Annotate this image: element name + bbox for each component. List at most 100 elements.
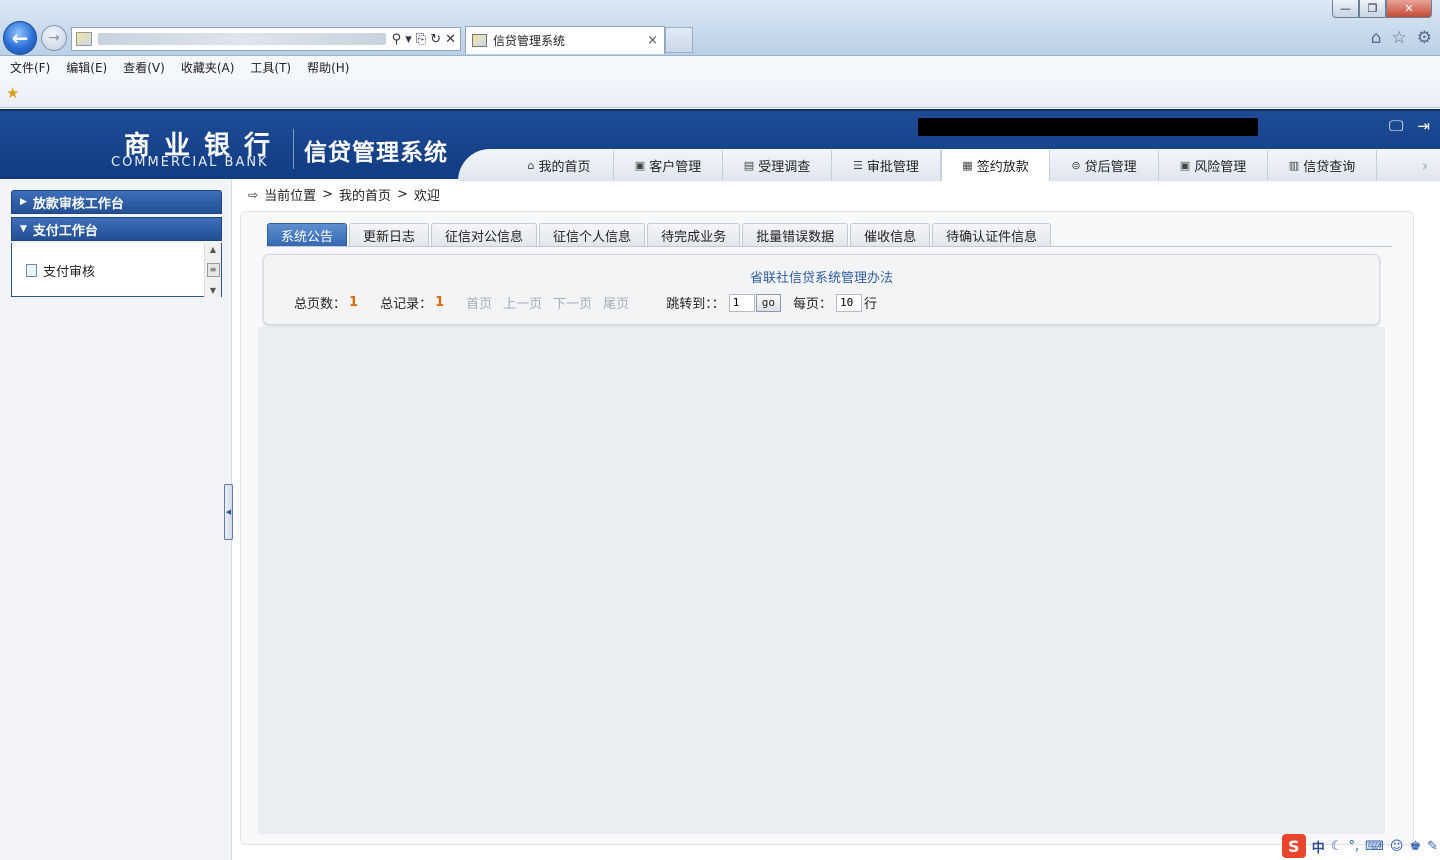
logout-icon[interactable]: ⇥ bbox=[1417, 117, 1430, 135]
back-button[interactable]: ← bbox=[3, 21, 37, 55]
ime-keyboard-icon[interactable]: ⌨ bbox=[1365, 839, 1384, 854]
nav-tab-query[interactable]: ▥ 信贷查询 bbox=[1268, 150, 1377, 181]
maximize-button[interactable]: ❐ bbox=[1359, 0, 1386, 18]
menu-edit[interactable]: 编辑(E) bbox=[66, 59, 107, 76]
redacted-user-info bbox=[918, 118, 1258, 136]
compatibility-view-icon[interactable]: ⎘ bbox=[416, 32, 426, 47]
nav-tab-postloan[interactable]: ⊜ 贷后管理 bbox=[1050, 150, 1159, 181]
tab-personal-credit[interactable]: 征信个人信息 bbox=[539, 223, 646, 246]
per-page-label: 每页： bbox=[792, 297, 832, 312]
ime-skin-icon[interactable]: ♚ bbox=[1409, 839, 1421, 854]
new-tab-button[interactable] bbox=[665, 27, 693, 53]
survey-icon: ▤ bbox=[743, 159, 755, 172]
nav-tab-home[interactable]: ⌂ 我的首页 bbox=[505, 150, 614, 181]
tab-pending-business[interactable]: 待完成业务 bbox=[647, 223, 741, 246]
ime-punctuation-icon[interactable]: °, bbox=[1348, 839, 1359, 854]
nav-tab-label: 我的首页 bbox=[538, 160, 591, 175]
tab-corporate-credit[interactable]: 征信对公信息 bbox=[431, 223, 538, 246]
tab-update-log[interactable]: 更新日志 bbox=[349, 223, 430, 246]
sidebar-group-label: 支付工作台 bbox=[32, 223, 98, 239]
nav-tab-survey[interactable]: ▤ 受理调查 bbox=[723, 150, 832, 181]
total-pages-value: 1 bbox=[349, 295, 359, 310]
stop-icon[interactable]: ✕ bbox=[445, 32, 456, 47]
logo-divider bbox=[293, 129, 294, 169]
last-page-link[interactable]: 尾页 bbox=[603, 293, 629, 312]
main-nav: ⌂ 我的首页 ▣ 客户管理 ▤ 受理调查 ☰ 审批管理 ▦ 签约放款 ⊜ 贷后管理 ▣ 风险管… bbox=[505, 150, 1377, 181]
sidebar-payment-panel: 支付审核 ▲ ≡ ▼ bbox=[11, 243, 222, 297]
nav-tab-contract[interactable]: ▦ 签约放款 bbox=[941, 150, 1050, 181]
tab-close-icon[interactable]: × bbox=[647, 33, 664, 48]
nav-tab-label: 客户管理 bbox=[649, 160, 702, 175]
scroll-up-icon[interactable]: ▲ bbox=[210, 245, 216, 254]
sidebar: ▶ 放款审核工作台 ▼ 支付工作台 支付审核 ▲ ≡ ▼ ◀ bbox=[0, 179, 233, 860]
home-page-icon[interactable]: ⌂ bbox=[1371, 28, 1382, 48]
per-page-input[interactable] bbox=[835, 293, 862, 312]
nav-tab-risk[interactable]: ▣ 风险管理 bbox=[1159, 150, 1268, 181]
breadcrumb-home[interactable]: 我的首页 bbox=[339, 185, 391, 204]
minimize-button[interactable]: — bbox=[1332, 0, 1359, 18]
page-favicon-icon bbox=[76, 32, 92, 46]
nav-tab-customer[interactable]: ▣ 客户管理 bbox=[614, 150, 723, 181]
total-records-value: 1 bbox=[435, 295, 445, 310]
home-icon: ⌂ bbox=[527, 159, 535, 172]
refresh-icon[interactable]: ↻ bbox=[430, 32, 441, 47]
menu-view[interactable]: 查看(V) bbox=[123, 59, 165, 76]
tab-system-notice[interactable]: 系统公告 bbox=[267, 223, 348, 246]
ime-logo-icon[interactable]: S bbox=[1281, 834, 1306, 858]
menu-tools[interactable]: 工具(T) bbox=[250, 59, 291, 76]
bank-logo-english: COMMERCIAL BANK bbox=[111, 155, 269, 170]
tab-pending-id-confirm[interactable]: 待确认证件信息 bbox=[932, 223, 1052, 246]
close-window-button[interactable]: ✕ bbox=[1386, 0, 1432, 18]
tab-divider bbox=[267, 246, 1392, 247]
first-page-link[interactable]: 首页 bbox=[466, 293, 492, 312]
sidebar-scrollbar[interactable]: ▲ ≡ ▼ bbox=[204, 243, 221, 297]
forward-button[interactable]: → bbox=[41, 25, 67, 51]
caret-down-icon: ▼ bbox=[20, 224, 27, 234]
address-bar[interactable]: ⚲ ▾ ⎘ ↻ ✕ bbox=[71, 27, 461, 51]
sidebar-group-loan-review[interactable]: ▶ 放款审核工作台 bbox=[11, 190, 222, 214]
ime-user-icon[interactable]: ☺ bbox=[1390, 839, 1404, 854]
add-favorite-star-icon[interactable]: ★ bbox=[6, 84, 19, 102]
search-dropdown-icon[interactable]: ⚲ ▾ bbox=[392, 32, 412, 47]
app-header: 商业银行 COMMERCIAL BANK 信贷管理系统 🖵 ⇥ ⌂ 我的首页 ▣ 客… bbox=[0, 109, 1440, 181]
nav-tab-label: 签约放款 bbox=[976, 160, 1029, 175]
tab-collection-info[interactable]: 催收信息 bbox=[850, 223, 931, 246]
breadcrumb-separator: > bbox=[322, 187, 333, 202]
notice-link[interactable]: 省联社信贷系统管理办法 bbox=[264, 267, 1379, 286]
browser-tab[interactable]: 信贷管理系统 × bbox=[465, 26, 665, 54]
ime-wrench-icon[interactable]: ✎ bbox=[1427, 839, 1438, 854]
tab-batch-errors[interactable]: 批量错误数据 bbox=[742, 223, 849, 246]
menu-favorites[interactable]: 收藏夹(A) bbox=[181, 59, 235, 76]
jump-page-input[interactable] bbox=[728, 293, 755, 312]
sidebar-item-payment-review[interactable]: 支付审核 bbox=[26, 261, 95, 280]
nav-tab-approval[interactable]: ☰ 审批管理 bbox=[832, 150, 941, 181]
desktop-icon[interactable]: 🖵 bbox=[1389, 117, 1403, 135]
next-page-link[interactable]: 下一页 bbox=[553, 293, 592, 312]
scroll-thumb[interactable]: ≡ bbox=[206, 263, 220, 277]
tools-gear-icon[interactable]: ⚙ bbox=[1417, 28, 1432, 48]
scroll-down-icon[interactable]: ▼ bbox=[210, 286, 216, 295]
sidebar-collapse-handle[interactable]: ◀ bbox=[224, 484, 233, 540]
sidebar-group-payment[interactable]: ▼ 支付工作台 bbox=[11, 217, 222, 241]
prev-page-link[interactable]: 上一页 bbox=[503, 293, 542, 312]
pager: 总页数： 1 总记录： 1 首页 上一页 下一页 尾页 跳转到：： go 每页：… bbox=[294, 293, 877, 312]
caret-right-icon: ▶ bbox=[20, 197, 27, 207]
ime-moon-icon[interactable]: ☾ bbox=[1331, 839, 1343, 854]
content-area bbox=[258, 327, 1385, 834]
ime-language-toggle[interactable]: 中 bbox=[1312, 837, 1325, 856]
menu-file[interactable]: 文件(F) bbox=[10, 59, 50, 76]
go-button[interactable]: go bbox=[755, 293, 781, 312]
per-page-unit: 行 bbox=[863, 297, 877, 312]
forward-arrow-icon: → bbox=[48, 30, 60, 46]
document-icon bbox=[26, 264, 37, 277]
menu-help[interactable]: 帮助(H) bbox=[307, 59, 349, 76]
breadcrumb-separator: > bbox=[397, 187, 408, 202]
browser-toolbar-icons: ⌂ ☆ ⚙ bbox=[1371, 28, 1432, 48]
nav-scroll-right-icon[interactable]: › bbox=[1410, 150, 1440, 181]
sub-tabs: 系统公告 更新日志 征信对公信息 征信个人信息 待完成业务 批量错误数据 催收信… bbox=[267, 223, 1052, 246]
favorites-star-icon[interactable]: ☆ bbox=[1392, 28, 1407, 48]
address-url-redacted[interactable] bbox=[98, 33, 386, 45]
total-pages-label: 总页数： bbox=[294, 297, 347, 312]
location-icon: ⇨ bbox=[248, 187, 259, 202]
nav-tab-label: 受理调查 bbox=[758, 160, 811, 175]
